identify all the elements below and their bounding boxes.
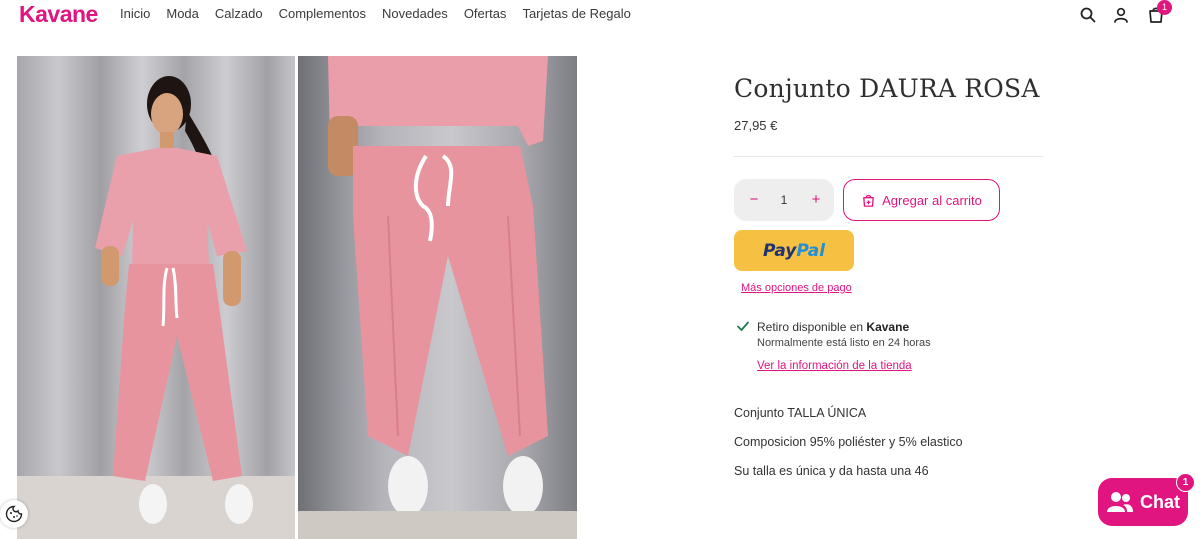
more-payment-options-link[interactable]: Más opciones de pago: [741, 282, 852, 294]
divider: [734, 156, 1044, 157]
store-info-link[interactable]: Ver la información de la tienda: [757, 360, 912, 372]
nav-item-novedades[interactable]: Novedades: [382, 6, 448, 22]
add-to-cart-label: Agregar al carrito: [882, 192, 982, 208]
nav-item-tarjetas-de-regalo[interactable]: Tarjetas de Regalo: [522, 6, 630, 22]
cookie-icon: [5, 505, 23, 523]
description-line: Conjunto TALLA ÚNICA: [734, 406, 867, 420]
nav-item-ofertas[interactable]: Ofertas: [464, 6, 507, 22]
quantity-increase-button[interactable]: +: [806, 190, 826, 210]
pickup-store-name: Kavane: [866, 320, 910, 334]
nav-item-complementos[interactable]: Complementos: [279, 6, 366, 22]
paypal-logo-pal: Pal: [796, 240, 826, 261]
brand-logo[interactable]: Kavane: [19, 1, 98, 28]
paypal-logo-pay: Pay: [762, 240, 797, 261]
description-line: Composicion 95% poliéster y 5% elastico: [734, 435, 963, 449]
user-icon[interactable]: [1111, 5, 1131, 25]
cookie-settings-button[interactable]: [0, 500, 28, 528]
product-image-2[interactable]: [298, 56, 577, 539]
product-title: Conjunto DAURA ROSA: [734, 74, 1040, 103]
description-line: Su talla es única y da hasta una 46: [734, 464, 929, 478]
pickup-eta: Normalmente está listo en 24 horas: [757, 337, 931, 349]
product-photo-full-icon: [17, 76, 295, 539]
nav-item-moda[interactable]: Moda: [166, 6, 199, 22]
cart-count-badge: 1: [1157, 0, 1172, 15]
search-icon[interactable]: [1078, 5, 1098, 25]
add-to-cart-button[interactable]: Agregar al carrito: [843, 179, 1000, 221]
chat-button[interactable]: Chat: [1098, 478, 1188, 526]
paypal-button[interactable]: Pay Pal: [734, 230, 854, 271]
product-image-1[interactable]: [17, 56, 295, 539]
quantity-input[interactable]: 1: [774, 190, 794, 210]
pickup-label: Retiro disponible en: [757, 320, 864, 334]
quantity-decrease-button[interactable]: −: [744, 190, 764, 210]
site-header: Kavane Inicio Moda Calzado Complementos …: [0, 0, 1200, 28]
nav-item-calzado[interactable]: Calzado: [215, 6, 263, 22]
chat-unread-badge: 1: [1176, 473, 1195, 492]
people-icon: [1107, 492, 1133, 512]
bag-plus-icon: [863, 194, 874, 207]
nav-item-inicio[interactable]: Inicio: [120, 6, 150, 22]
pickup-availability: Retiro disponible en Kavane: [757, 320, 909, 334]
product-photo-detail-icon: [298, 56, 577, 539]
chat-label: Chat: [1140, 491, 1180, 512]
quantity-stepper: − 1 +: [734, 179, 834, 221]
main-nav: Inicio Moda Calzado Complementos Novedad…: [120, 6, 647, 22]
product-price: 27,95 €: [734, 118, 778, 133]
checkmark-icon: [737, 321, 749, 331]
